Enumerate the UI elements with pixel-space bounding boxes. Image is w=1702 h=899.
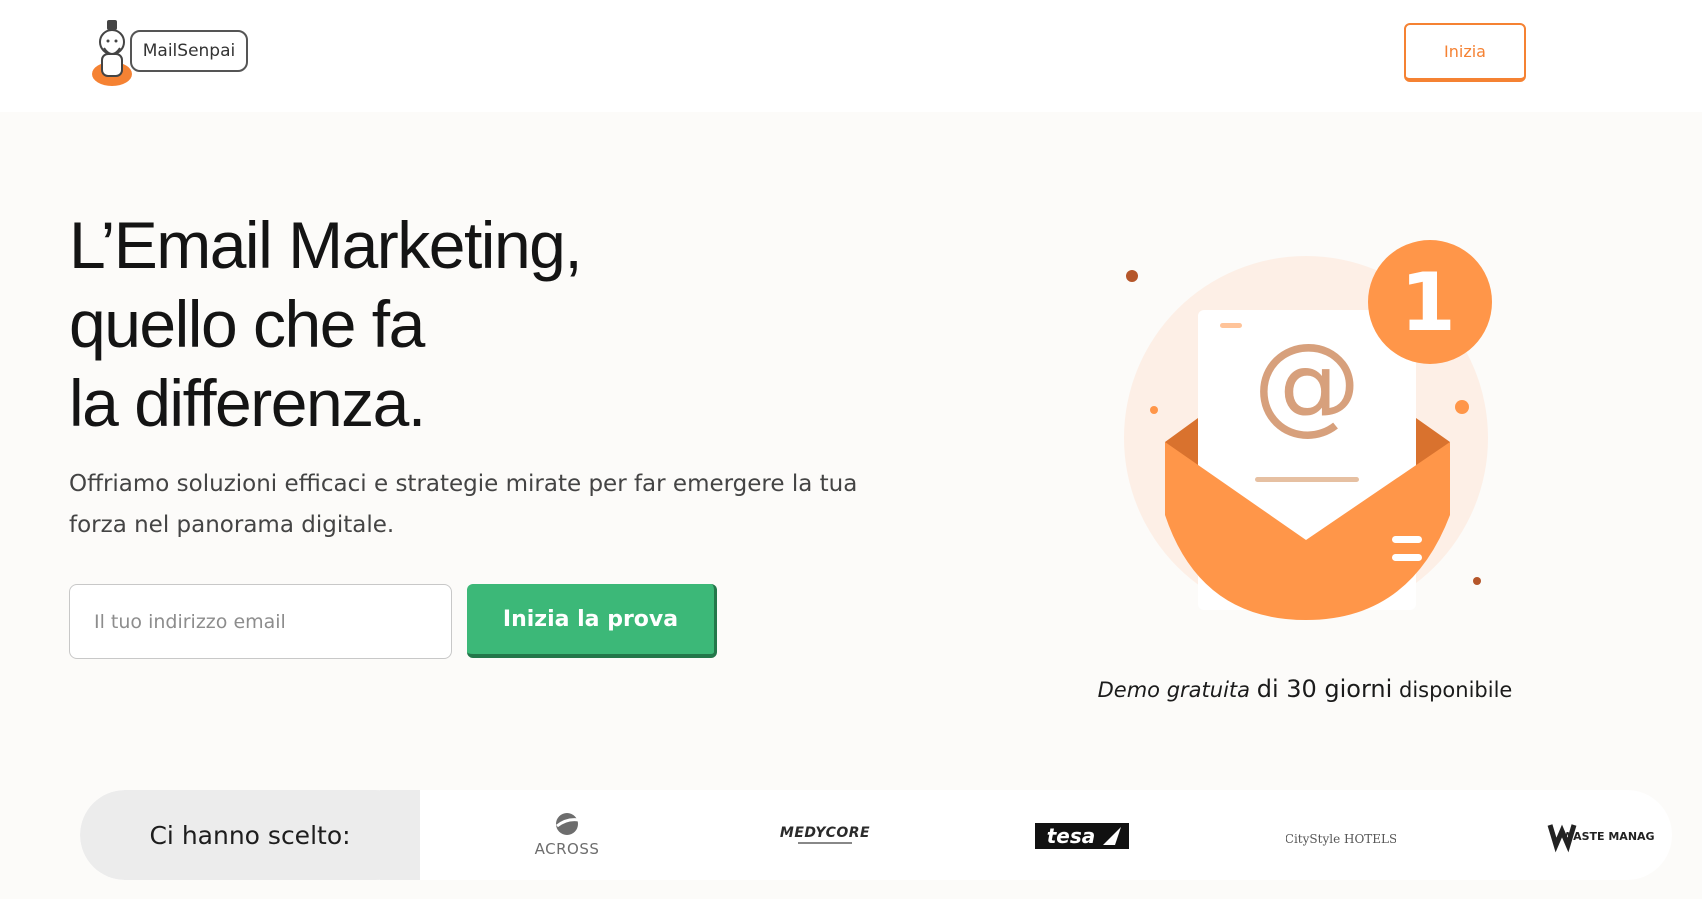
- decor-dot: [1455, 400, 1469, 414]
- tesa-logo-text: tesa: [1047, 824, 1096, 848]
- citystyle-hotels-logo-text: CityStyle HOTELS: [1286, 832, 1396, 846]
- demo-duration-text: di 30 giorni: [1256, 675, 1393, 703]
- citystyle-hotels-logo-icon: CityStyle HOTELS: [1286, 832, 1396, 846]
- mailsenpai-logo[interactable]: MailSenpai: [90, 16, 250, 88]
- clients-strip: Ci hanno scelto: ACROSS MEDYCORE tesa Ci…: [80, 790, 1672, 880]
- across-logo-text: ACROSS: [535, 840, 600, 858]
- free-demo-note: Demo gratuita di 30 giorni disponibile: [1080, 675, 1530, 703]
- badge-number: 1: [1400, 256, 1456, 349]
- client-logo-citystyle-hotels: CityStyle HOTELS: [1266, 806, 1416, 864]
- top-navigation-bar: MailSenpai Inizia: [0, 0, 1702, 112]
- hero-subtitle: Offriamo soluzioni efficaci e strategie …: [69, 471, 858, 538]
- at-symbol: @: [1253, 321, 1361, 446]
- waste-manager-logo-text: WASTE MANAGER: [1561, 830, 1654, 843]
- decor-dot: [1126, 270, 1138, 282]
- logo-wordmark: MailSenpai: [130, 30, 248, 72]
- hero-title-line-1: L’Email Marketing,: [69, 208, 583, 282]
- demo-italic-text: Demo gratuita: [1097, 678, 1251, 702]
- decor-dot: [1473, 577, 1481, 585]
- medycore-logo-text: MEDYCORE: [780, 825, 870, 841]
- medycore-logo-icon: MEDYCORE: [780, 825, 870, 844]
- decor-dot: [1150, 406, 1158, 414]
- start-trial-button[interactable]: Inizia la prova: [467, 584, 717, 658]
- email-notification-illustration: @ 1: [1124, 240, 1492, 620]
- client-logo-across: ACROSS: [492, 806, 642, 864]
- client-logo-medycore: MEDYCORE: [750, 806, 900, 864]
- client-logo-tesa: tesa: [1008, 806, 1158, 864]
- clients-label-box: Ci hanno scelto:: [80, 790, 420, 880]
- hero-title-line-2: quello che fa: [69, 287, 425, 361]
- clients-label: Ci hanno scelto:: [149, 820, 351, 850]
- email-input[interactable]: [69, 584, 452, 659]
- demo-available-text: disponibile: [1399, 678, 1513, 702]
- tesa-logo-icon: tesa: [1035, 823, 1129, 849]
- hero-title-line-3: la differenza.: [69, 366, 426, 440]
- across-logo-icon: ACROSS: [535, 813, 600, 858]
- waste-manager-logo-icon: WASTE MANAGER: [1547, 824, 1654, 853]
- start-button[interactable]: Inizia: [1404, 23, 1526, 82]
- hero-title: L’Email Marketing, quello che fa la diff…: [69, 206, 583, 443]
- client-logo-waste-manager: WASTE MANAGER: [1524, 806, 1672, 864]
